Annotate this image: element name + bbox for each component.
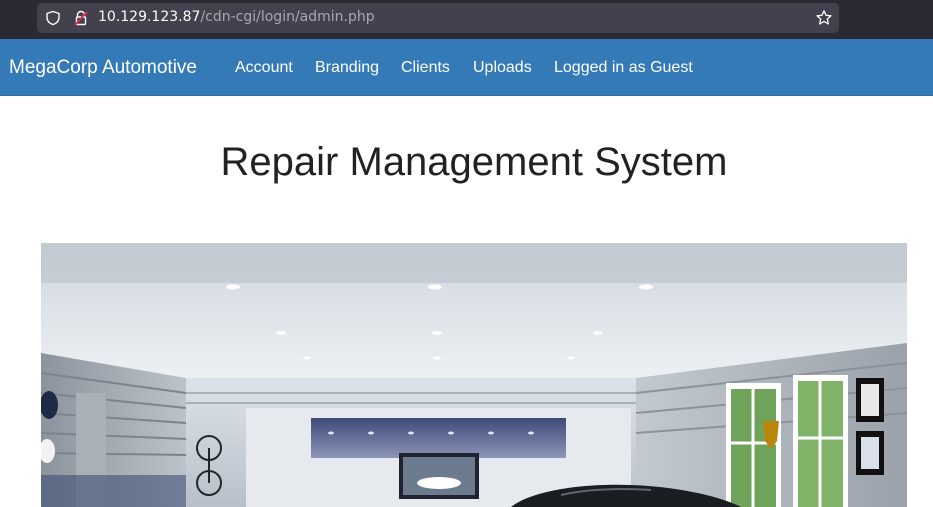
- star-icon[interactable]: [815, 9, 833, 27]
- address-bar[interactable]: 10.129.123.87/cdn-cgi/login/admin.php: [37, 3, 839, 33]
- navbar-brand[interactable]: MegaCorp Automotive: [9, 57, 197, 79]
- url-host: 10.129.123.87: [98, 9, 201, 25]
- shield-icon[interactable]: [45, 10, 61, 26]
- nav-item-clients[interactable]: Clients: [401, 59, 450, 77]
- garage-illustration: [41, 243, 907, 507]
- nav-item-uploads[interactable]: Uploads: [473, 59, 532, 77]
- page-title: Repair Management System: [220, 140, 728, 184]
- url-text: 10.129.123.87/cdn-cgi/login/admin.php: [98, 9, 375, 25]
- nav-item-account[interactable]: Account: [235, 59, 293, 77]
- url-path: /cdn-cgi/login/admin.php: [200, 9, 375, 25]
- top-navbar: MegaCorp Automotive Account Branding Cli…: [0, 39, 933, 96]
- lock-warning-icon[interactable]: [73, 10, 89, 26]
- nav-item-logged-in-status[interactable]: Logged in as Guest: [554, 59, 693, 77]
- garage-hero-image: [41, 243, 907, 507]
- browser-toolbar: 10.129.123.87/cdn-cgi/login/admin.php: [0, 0, 933, 39]
- nav-item-branding[interactable]: Branding: [315, 59, 379, 77]
